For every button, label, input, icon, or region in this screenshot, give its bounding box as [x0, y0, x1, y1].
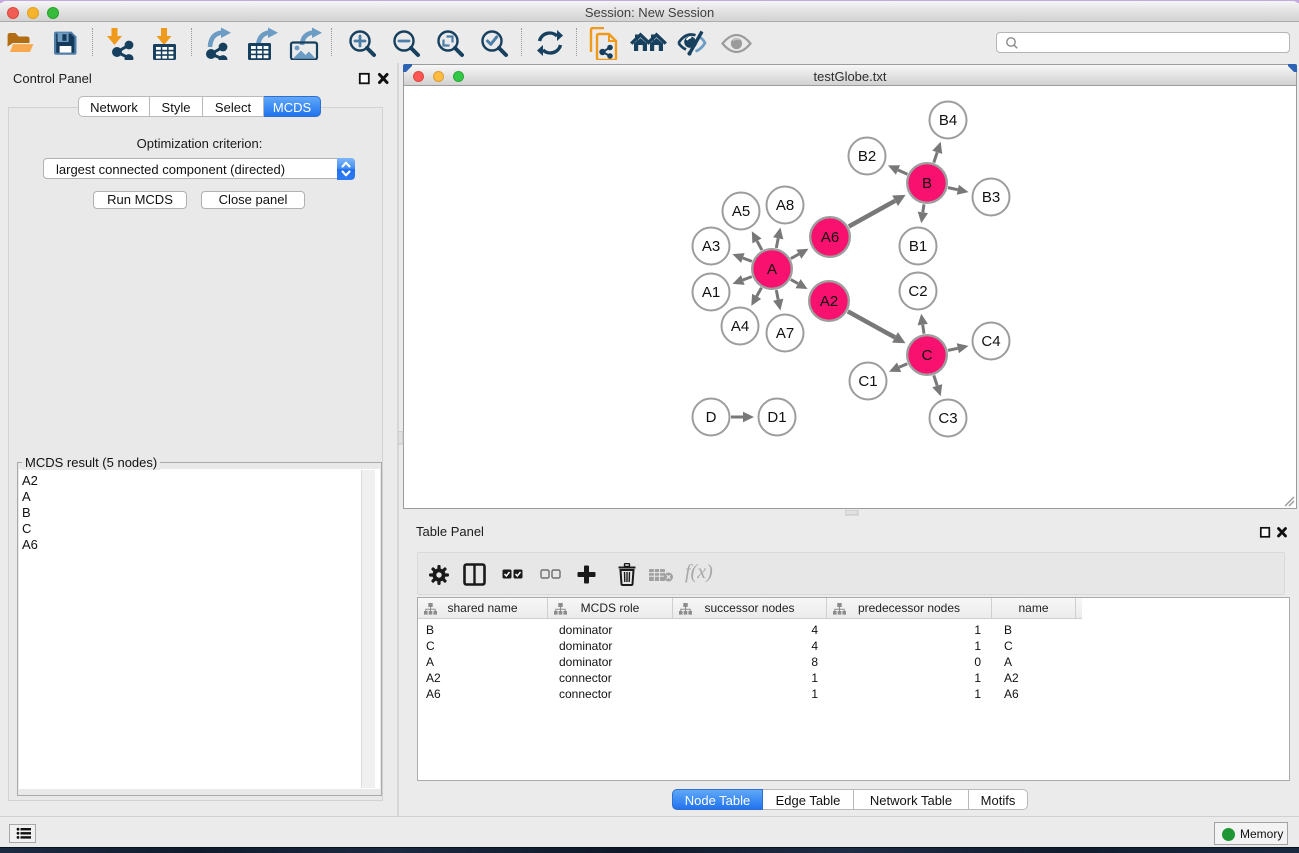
svg-text:B2: B2 [858, 148, 876, 165]
svg-text:A5: A5 [732, 203, 750, 220]
svg-text:A3: A3 [702, 238, 720, 255]
svg-text:C3: C3 [938, 410, 957, 427]
svg-text:A: A [767, 261, 777, 278]
svg-text:B1: B1 [909, 238, 927, 255]
svg-text:C4: C4 [981, 333, 1000, 350]
svg-text:B4: B4 [939, 112, 957, 129]
svg-text:D: D [706, 409, 717, 426]
svg-text:A4: A4 [731, 318, 749, 335]
svg-text:A8: A8 [776, 197, 794, 214]
svg-text:A7: A7 [776, 325, 794, 342]
svg-text:D1: D1 [767, 409, 786, 426]
svg-text:C1: C1 [858, 373, 877, 390]
svg-text:B3: B3 [982, 189, 1000, 206]
svg-text:A2: A2 [820, 293, 838, 310]
svg-text:A1: A1 [702, 284, 720, 301]
svg-text:B: B [922, 175, 932, 192]
svg-text:A6: A6 [821, 229, 839, 246]
svg-text:C: C [922, 347, 933, 364]
svg-text:C2: C2 [908, 283, 927, 300]
